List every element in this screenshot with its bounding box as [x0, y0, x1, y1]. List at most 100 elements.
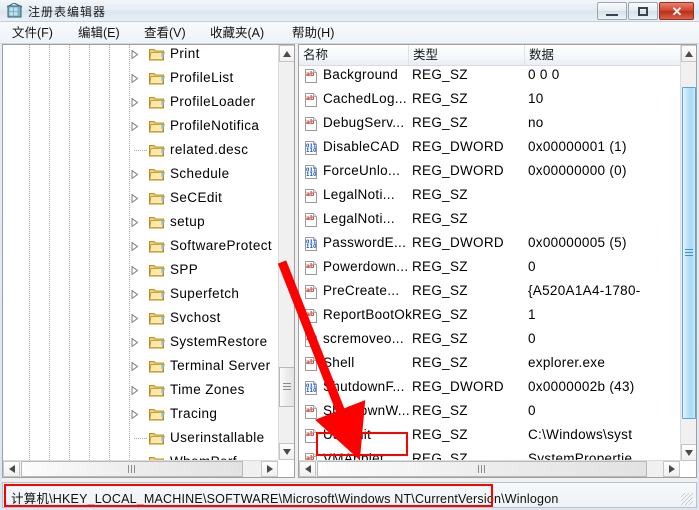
- value-row[interactable]: ab Background REG_SZ 0 0 0: [299, 66, 662, 88]
- value-type: REG_SZ: [412, 259, 468, 274]
- tree-item[interactable]: Tracing: [3, 403, 279, 427]
- tree-expand-arrow-icon[interactable]: [130, 410, 139, 419]
- tree-expand-arrow-icon[interactable]: [130, 386, 139, 395]
- column-header-0[interactable]: 名称: [299, 45, 409, 65]
- registry-tree-pane[interactable]: Print ProfileList ProfileLoader ProfileNoti…: [2, 44, 295, 478]
- value-row[interactable]: ab PreCreate... REG_SZ {A520A1A4-1780-: [299, 280, 662, 304]
- value-name: LegalNoti...: [323, 211, 395, 226]
- tree-expand-arrow-icon[interactable]: [130, 266, 139, 275]
- close-button[interactable]: ✕: [659, 2, 694, 20]
- value-row[interactable]: ab CachedLog... REG_SZ 10: [299, 88, 662, 112]
- tree-scroll-down-button[interactable]: [279, 443, 294, 460]
- tree-item[interactable]: ProfileLoader: [3, 91, 279, 115]
- values-hscroll-thumb[interactable]: [317, 461, 647, 477]
- value-row[interactable]: ab ReportBootOk REG_SZ 1: [299, 304, 662, 328]
- values-list[interactable]: ab Background REG_SZ 0 0 0 ab CachedLog... REG…: [299, 66, 662, 461]
- tree-item[interactable]: Time Zones: [3, 379, 279, 403]
- tree-vertical-scrollbar[interactable]: [278, 45, 294, 460]
- tree-expand-arrow-icon[interactable]: [130, 362, 139, 371]
- tree-item[interactable]: SystemRestore: [3, 331, 279, 355]
- tree-expand-arrow-icon[interactable]: [130, 122, 139, 131]
- tree-item[interactable]: Print: [3, 45, 279, 67]
- tree-horizontal-scrollbar[interactable]: [3, 460, 278, 477]
- tree-scroll-left-button[interactable]: [3, 461, 20, 477]
- values-scroll-right-button[interactable]: [663, 461, 680, 477]
- value-row[interactable]: 011 110 ForceUnlo... REG_DWORD 0x00000000 (0…: [299, 160, 662, 184]
- tree-expand-arrow-icon[interactable]: [130, 170, 139, 179]
- tree-item[interactable]: SoftwareProtect: [3, 235, 279, 259]
- tree-item[interactable]: WbemPerf: [3, 451, 279, 460]
- minimize-icon: [606, 14, 618, 16]
- tree-expand-arrow-icon[interactable]: [130, 290, 139, 299]
- tree-scroll-up-button[interactable]: [279, 45, 294, 62]
- value-row[interactable]: ab Powerdown... REG_SZ 0: [299, 256, 662, 280]
- value-row[interactable]: 011 110 ShutdownF... REG_DWORD 0x0000002b (4…: [299, 376, 662, 400]
- tree-expand-arrow-icon[interactable]: [130, 194, 139, 203]
- tree-hscroll-thumb[interactable]: [21, 461, 243, 477]
- values-horizontal-scrollbar[interactable]: [299, 460, 680, 477]
- string-value-icon: ab: [303, 332, 319, 348]
- tree-item[interactable]: ProfileList: [3, 67, 279, 91]
- value-row[interactable]: ab DebugServ... REG_SZ no: [299, 112, 662, 136]
- tree-item-label: SystemRestore: [170, 334, 268, 349]
- value-row[interactable]: ab Shell REG_SZ explorer.exe: [299, 352, 662, 376]
- tree-indent-guides: [3, 211, 279, 235]
- tree-expand-arrow-icon[interactable]: [130, 50, 139, 59]
- value-row[interactable]: ab Userinit REG_SZ C:\Windows\syst: [299, 424, 662, 448]
- tree-item[interactable]: Schedule: [3, 163, 279, 187]
- values-vertical-scrollbar[interactable]: [680, 45, 696, 461]
- value-data: 1: [528, 307, 536, 322]
- value-type: REG_SZ: [412, 331, 468, 346]
- tree-expand-arrow-icon[interactable]: [130, 74, 139, 83]
- value-row[interactable]: ab LegalNoti... REG_SZ: [299, 208, 662, 232]
- values-scroll-left-button[interactable]: [299, 461, 316, 477]
- menu-item-0[interactable]: 文件(F): [8, 24, 57, 42]
- value-row[interactable]: 011 110 DisableCAD REG_DWORD 0x00000001 (1): [299, 136, 662, 160]
- value-row[interactable]: ab LegalNoti... REG_SZ: [299, 184, 662, 208]
- tree-item[interactable]: SeCEdit: [3, 187, 279, 211]
- menu-item-1[interactable]: 编辑(E): [74, 24, 124, 42]
- value-row[interactable]: ab ShutdownW... REG_SZ 0: [299, 400, 662, 424]
- folder-icon: [149, 191, 165, 205]
- tree-scroll-right-button[interactable]: [261, 461, 278, 477]
- maximize-restore-button[interactable]: [628, 2, 658, 20]
- tree-scroll-thumb[interactable]: [279, 367, 294, 407]
- tree-item[interactable]: Userinstallable: [3, 427, 279, 451]
- menu-item-4[interactable]: 帮助(H): [288, 24, 338, 42]
- tree-expand-arrow-icon[interactable]: [130, 338, 139, 347]
- tree-expand-arrow-icon[interactable]: [130, 314, 139, 323]
- value-type: REG_DWORD: [412, 163, 504, 178]
- values-column-header[interactable]: 名称 类型 数据: [299, 45, 696, 66]
- value-data: 0x00000005 (5): [528, 235, 627, 250]
- registry-values-pane[interactable]: 名称 类型 数据 ab Background REG_SZ 0 0 0 ab CachedLo…: [298, 44, 697, 478]
- tree-item[interactable]: setup: [3, 211, 279, 235]
- values-scroll-up-button[interactable]: [681, 45, 696, 62]
- tree-expand-arrow-icon[interactable]: [130, 242, 139, 251]
- menu-item-2[interactable]: 查看(V): [140, 24, 190, 42]
- svg-text:ab: ab: [306, 71, 315, 78]
- tree-expand-arrow-icon[interactable]: [130, 98, 139, 107]
- menu-item-3[interactable]: 收藏夹(A): [206, 24, 268, 42]
- tree-item[interactable]: Terminal Server: [3, 355, 279, 379]
- tree-expand-arrow-icon[interactable]: [130, 218, 139, 227]
- tree-item[interactable]: Svchost: [3, 307, 279, 331]
- resize-grip-icon[interactable]: [681, 493, 693, 505]
- value-name: Powerdown...: [323, 259, 409, 274]
- minimize-button[interactable]: [597, 2, 627, 20]
- tree-item-label: Userinstallable: [170, 430, 265, 445]
- value-row[interactable]: 011 110 PasswordE... REG_DWORD 0x00000005 (5…: [299, 232, 662, 256]
- values-scroll-thumb[interactable]: [682, 87, 696, 419]
- tree-item[interactable]: Superfetch: [3, 283, 279, 307]
- value-row[interactable]: ab scremoveo... REG_SZ 0: [299, 328, 662, 352]
- tree-item[interactable]: related.desc: [3, 139, 279, 163]
- tree-item-label: ProfileLoader: [170, 94, 256, 109]
- column-header-1[interactable]: 类型: [409, 45, 525, 65]
- column-header-2[interactable]: 数据: [525, 45, 696, 65]
- folder-icon: [149, 215, 165, 229]
- registry-tree-list[interactable]: Print ProfileList ProfileLoader ProfileNoti…: [3, 45, 279, 460]
- value-data: 10: [528, 91, 544, 106]
- folder-icon: [149, 119, 165, 133]
- tree-item[interactable]: ProfileNotifica: [3, 115, 279, 139]
- tree-item[interactable]: SPP: [3, 259, 279, 283]
- values-scroll-down-button[interactable]: [681, 444, 696, 461]
